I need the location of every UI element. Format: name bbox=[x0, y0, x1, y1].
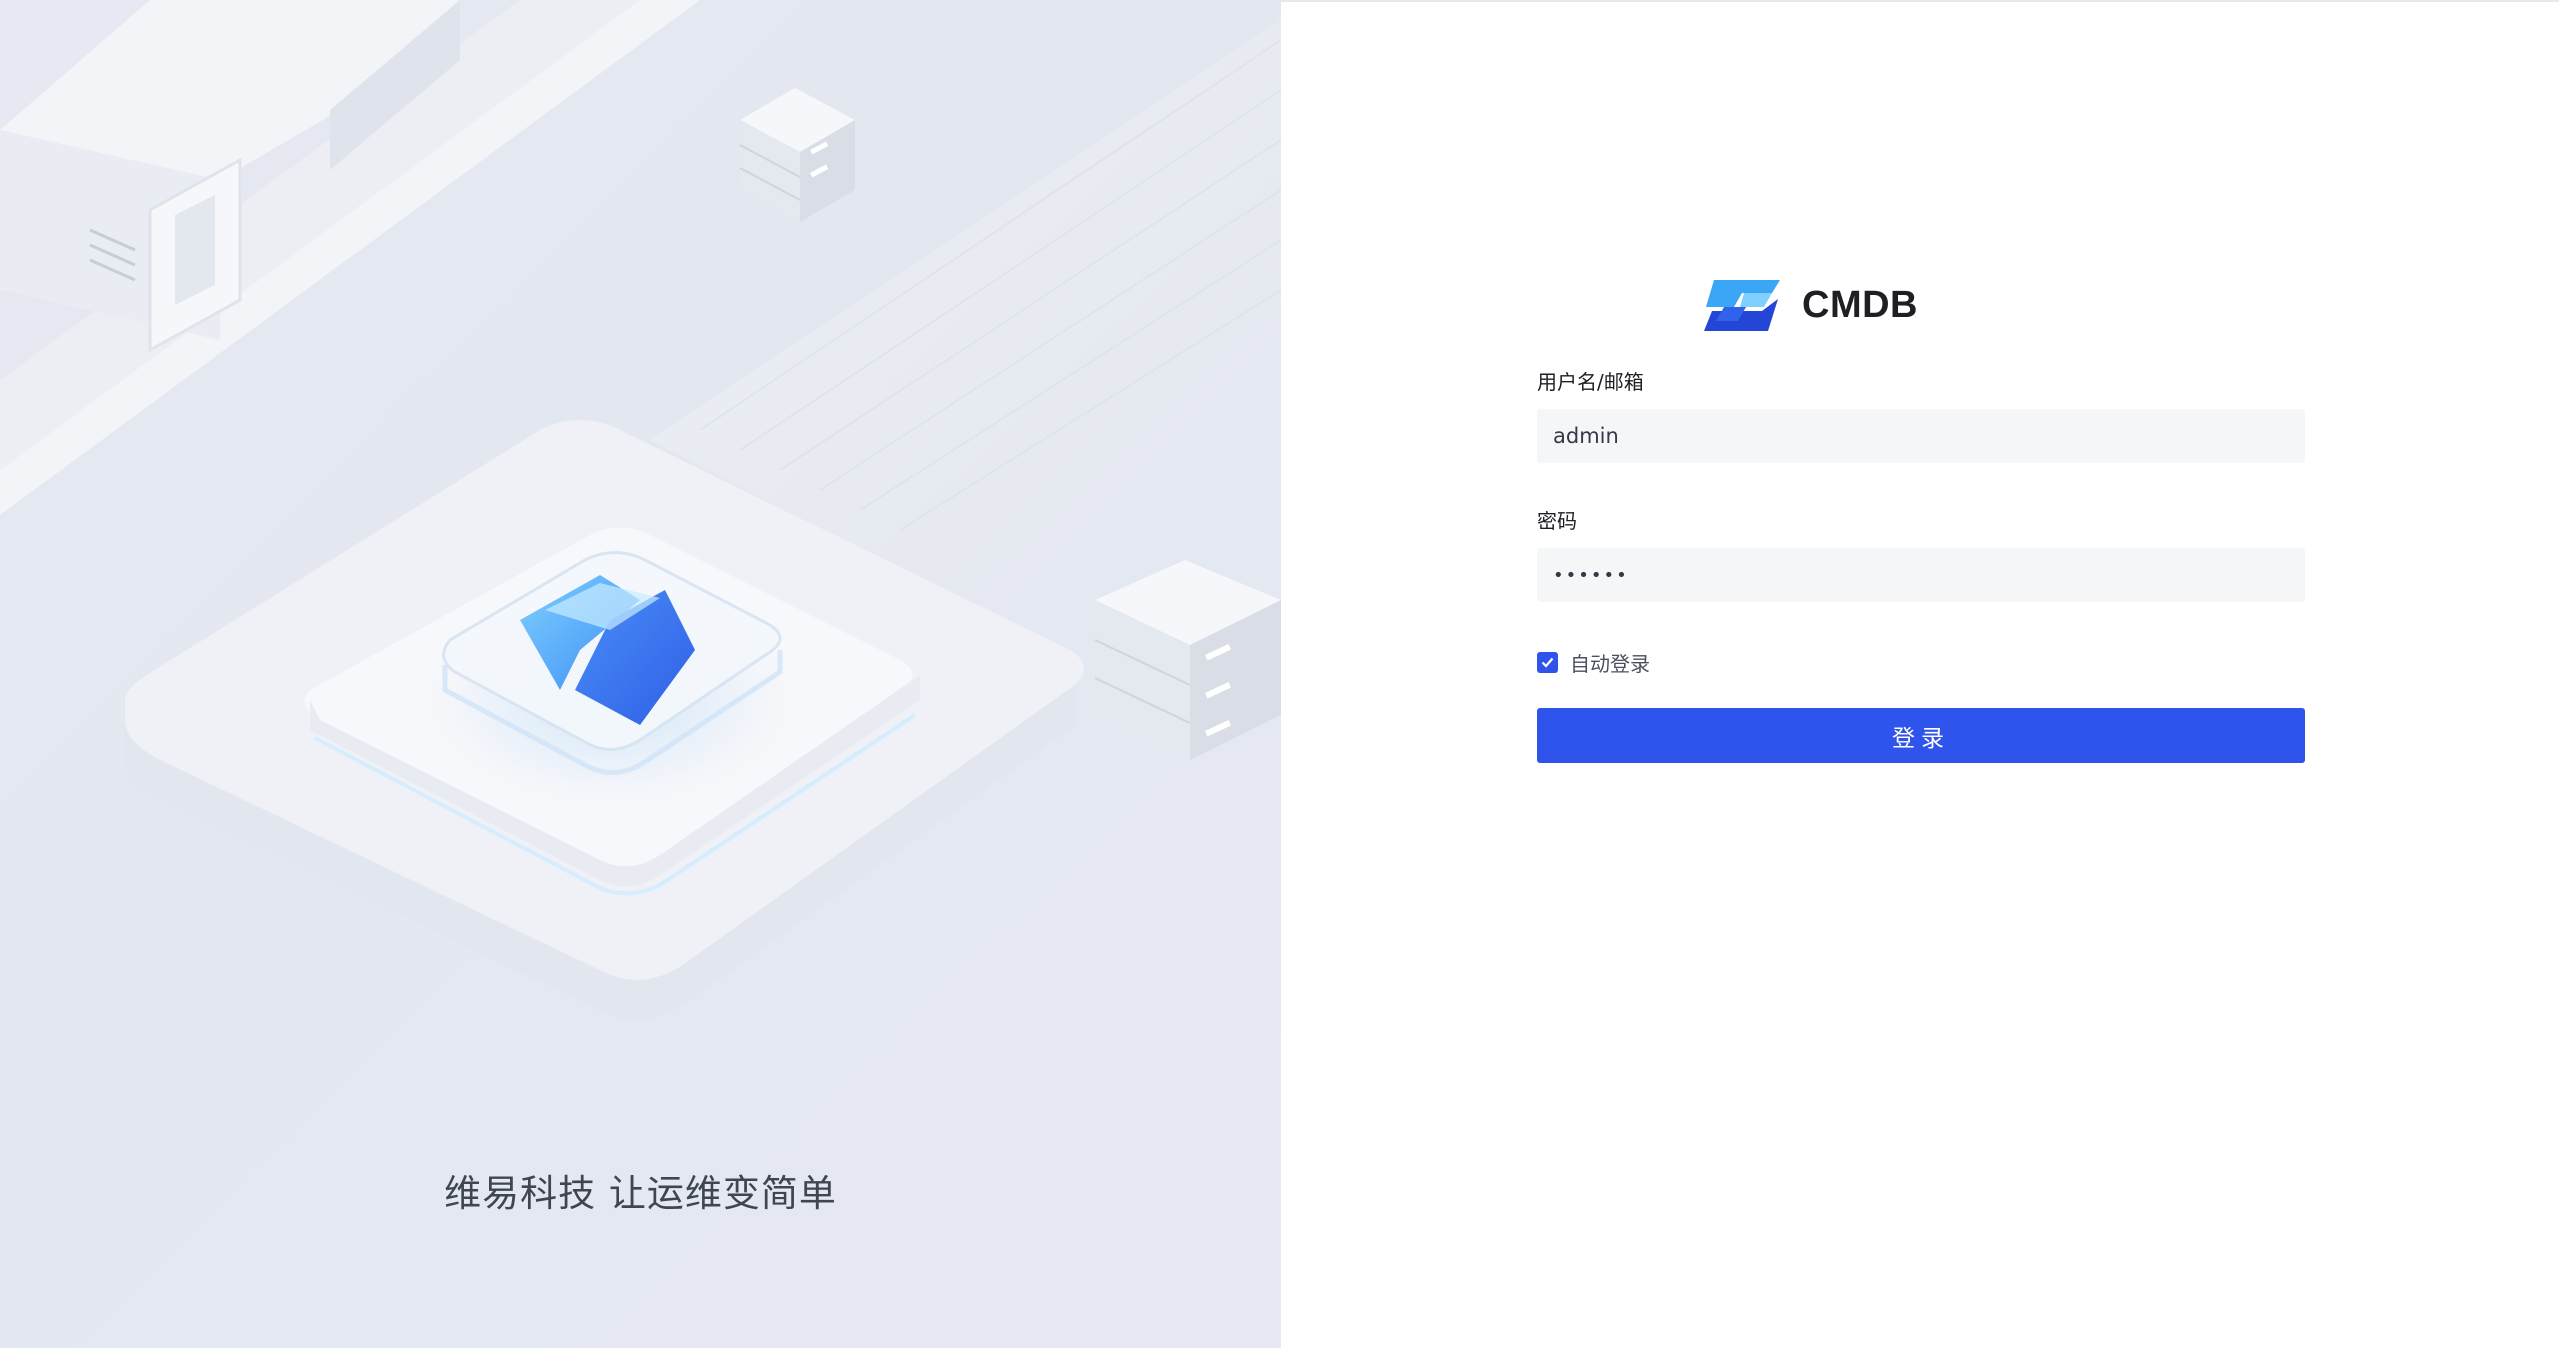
password-field-group: 密码 bbox=[1537, 509, 2305, 602]
cmdb-logo-icon bbox=[1704, 280, 1780, 331]
remember-me-checkbox[interactable] bbox=[1537, 651, 1558, 673]
check-icon bbox=[1541, 657, 1554, 668]
login-panel: CMDB 用户名/邮箱 密码 自动登录 登录 bbox=[1281, 0, 2559, 1348]
app-name: CMDB bbox=[1802, 283, 1918, 326]
isometric-illustration bbox=[0, 0, 1281, 1020]
login-page: 维易科技 让运维变简单 CMDB 用户名/邮箱 密码 bbox=[0, 0, 2559, 1348]
password-input[interactable] bbox=[1537, 548, 2305, 602]
username-label: 用户名/邮箱 bbox=[1537, 370, 1644, 394]
username-input[interactable] bbox=[1537, 409, 2305, 463]
slogan-text: 维易科技 让运维变简单 bbox=[444, 1172, 837, 1215]
brand-header: CMDB bbox=[1702, 277, 1918, 333]
login-button[interactable]: 登录 bbox=[1537, 708, 2305, 763]
password-label: 密码 bbox=[1537, 509, 1577, 533]
remember-me-label[interactable]: 自动登录 bbox=[1570, 648, 1650, 677]
remember-me-row: 自动登录 bbox=[1537, 648, 2305, 677]
illustration-panel: 维易科技 让运维变简单 bbox=[0, 0, 1281, 1348]
login-form: 用户名/邮箱 密码 自动登录 登录 bbox=[1537, 370, 2305, 763]
username-field-group: 用户名/邮箱 bbox=[1537, 370, 2305, 463]
